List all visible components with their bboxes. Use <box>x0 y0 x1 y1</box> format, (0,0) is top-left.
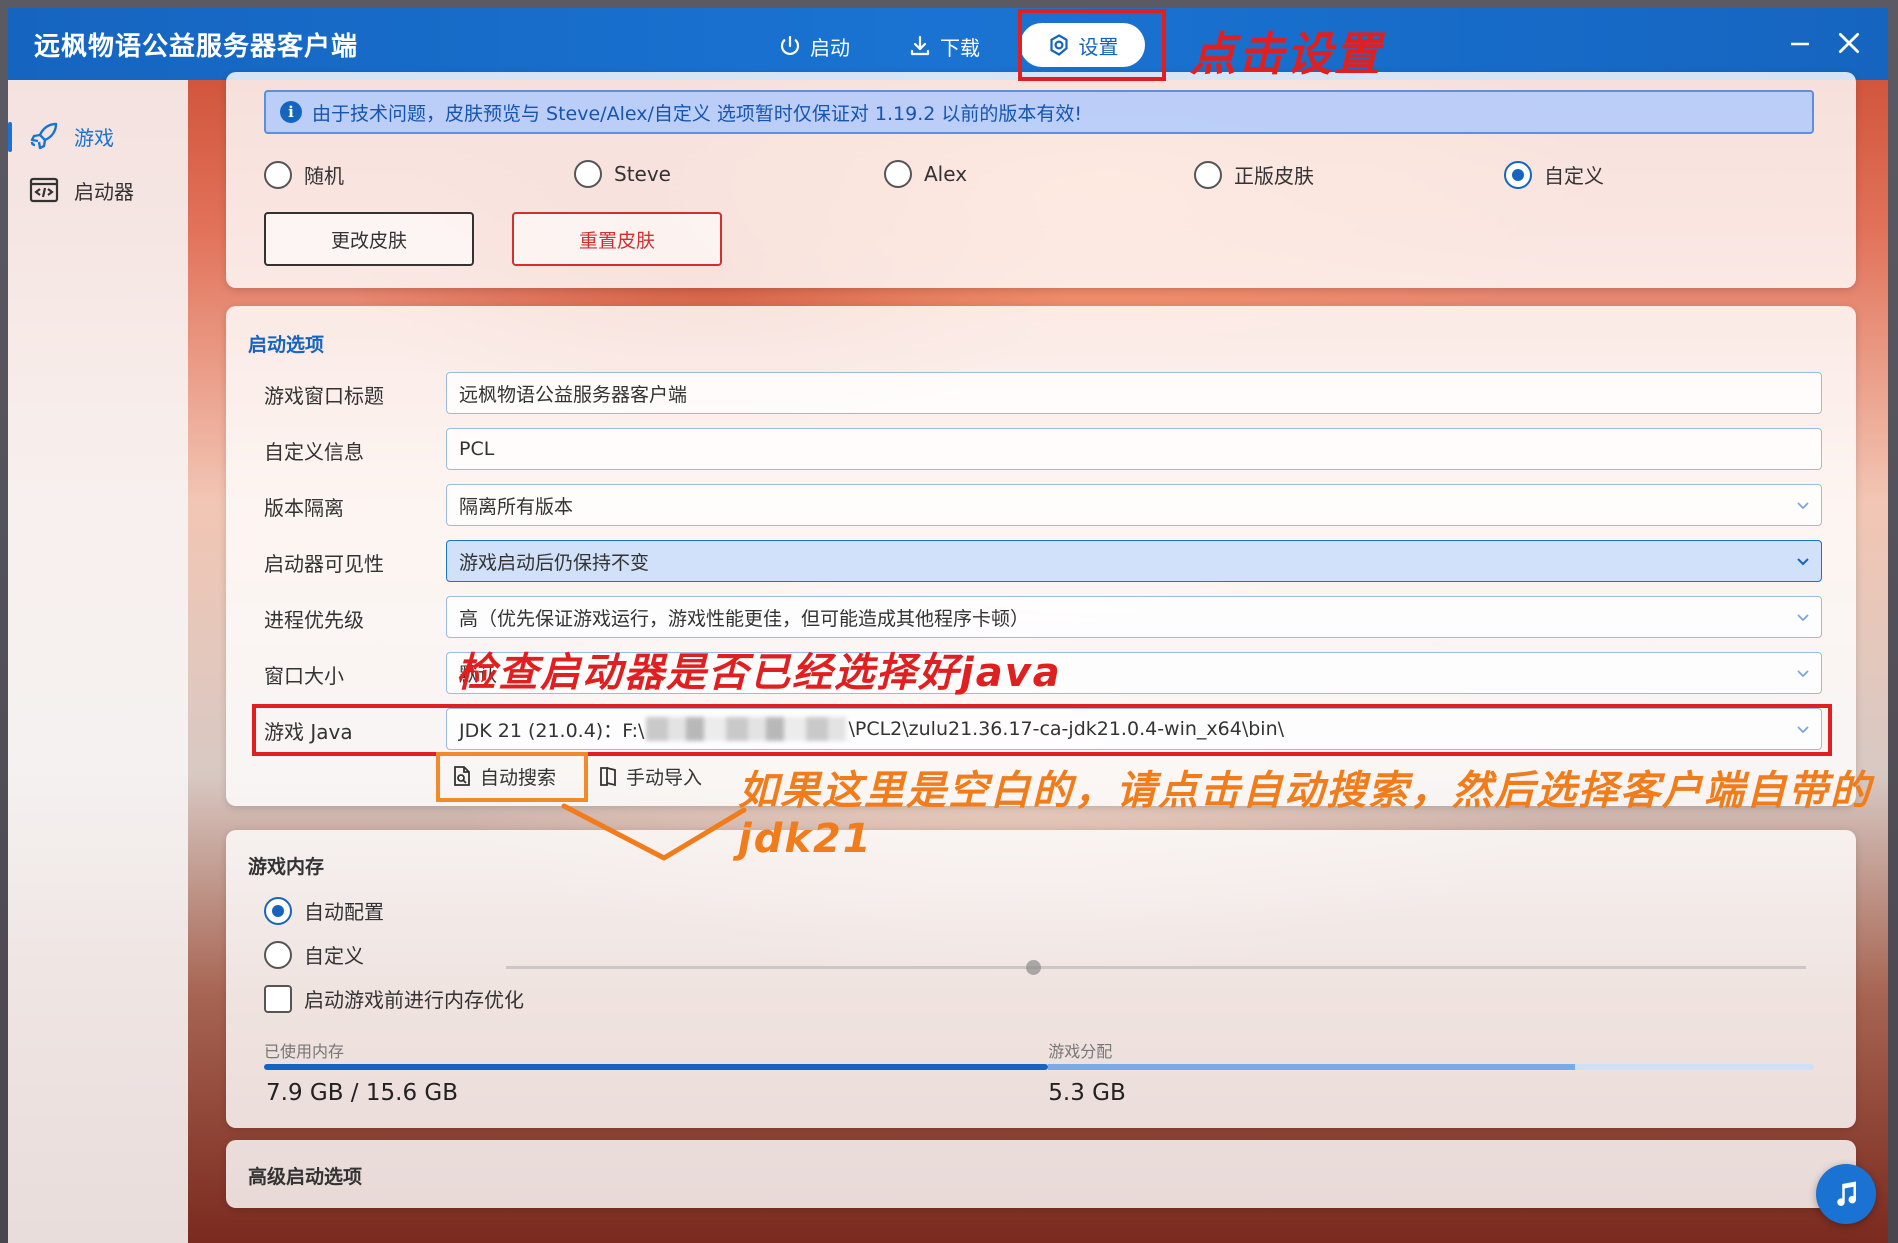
radio-circle <box>264 940 292 969</box>
checkbox-box <box>264 984 292 1013</box>
music-button[interactable] <box>1816 1164 1876 1224</box>
skin-option-custom[interactable]: 自定义 <box>1504 160 1604 189</box>
window-title-input[interactable] <box>459 382 1821 404</box>
annotation-auto-search-box <box>436 752 588 802</box>
memory-usage-bar <box>264 1064 1814 1070</box>
custom-info-field[interactable] <box>446 428 1822 470</box>
priority-label: 进程优先级 <box>264 608 364 632</box>
visibility-label: 启动器可见性 <box>264 552 384 576</box>
info-icon: i <box>280 101 302 123</box>
skin-hint-banner: i 由于技术问题，皮肤预览与 Steve/Alex/自定义 选项暂时仅保证对 1… <box>264 90 1814 134</box>
alloc-memory-label: 游戏分配 <box>1048 1042 1113 1061</box>
memory-slider-knob[interactable] <box>1026 960 1041 975</box>
memory-optimize-label: 启动游戏前进行内存优化 <box>304 988 524 1012</box>
skin-option-label: Steve <box>614 162 671 186</box>
memory-custom-option[interactable]: 自定义 <box>264 940 364 969</box>
download-icon <box>910 35 930 56</box>
sidebar-item-launcher-label: 启动器 <box>74 179 134 204</box>
memory-slider[interactable] <box>506 960 1806 975</box>
isolation-select[interactable]: 隔离所有版本 <box>446 484 1822 526</box>
rocket-icon <box>30 122 58 150</box>
annotation-settings-box <box>1018 9 1166 81</box>
sidebar-item-game[interactable]: 游戏 <box>8 114 188 158</box>
isolation-label: 版本隔离 <box>264 496 344 520</box>
advanced-options-title: 高级启动选项 <box>248 1166 363 1188</box>
skin-card: i 由于技术问题，皮肤预览与 Steve/Alex/自定义 选项暂时仅保证对 1… <box>226 72 1856 288</box>
memory-auto-label: 自动配置 <box>304 900 384 924</box>
power-icon <box>780 35 800 56</box>
radio-circle <box>1504 160 1532 189</box>
radio-circle <box>884 160 912 188</box>
annotation-java-box <box>252 704 1832 756</box>
annotation-settings-text: 点击设置 <box>1190 27 1382 81</box>
nav-download-button[interactable]: 下载 <box>908 28 980 64</box>
chevron-down-icon <box>1797 614 1809 622</box>
visibility-value: 游戏启动后仍保持不变 <box>459 551 650 574</box>
visibility-select[interactable]: 游戏启动后仍保持不变 <box>446 540 1822 582</box>
manual-import-label: 手动导入 <box>626 766 703 789</box>
radio-circle <box>264 896 292 925</box>
chevron-down-icon <box>1797 670 1809 678</box>
minimize-icon[interactable] <box>1788 32 1812 56</box>
skin-option-label: 正版皮肤 <box>1234 164 1314 188</box>
radio-circle <box>574 160 602 188</box>
window-size-label: 窗口大小 <box>264 664 344 688</box>
priority-select[interactable]: 高（优先保证游戏运行，游戏性能更佳，但可能造成其他程序卡顿） <box>446 596 1822 638</box>
alloc-memory-value: 5.3 GB <box>1048 1080 1126 1106</box>
skin-option-alex[interactable]: Alex <box>884 160 967 188</box>
code-window-icon <box>29 177 59 203</box>
annotation-arrow <box>561 803 747 861</box>
isolation-value: 隔离所有版本 <box>459 495 574 518</box>
used-memory-label: 已使用内存 <box>264 1042 345 1061</box>
memory-card: 游戏内存 自动配置 自定义 启动游戏前进行内存优化 已使用内存 游戏分配 7.9… <box>226 830 1856 1128</box>
reset-skin-button[interactable]: 重置皮肤 <box>512 212 722 266</box>
memory-title: 游戏内存 <box>248 856 325 878</box>
memory-custom-label: 自定义 <box>304 944 364 968</box>
change-skin-button[interactable]: 更改皮肤 <box>264 212 474 266</box>
title-bar: 远枫物语公益服务器客户端 启动 下载 设置 <box>8 8 1888 80</box>
priority-value: 高（优先保证游戏运行，游戏性能更佳，但可能造成其他程序卡顿） <box>459 607 1030 630</box>
window-title-field[interactable] <box>446 372 1822 414</box>
nav-launch-button[interactable]: 启动 <box>778 28 850 64</box>
memory-optimize-checkbox[interactable]: 启动游戏前进行内存优化 <box>264 984 524 1013</box>
custom-info-label: 自定义信息 <box>264 440 364 464</box>
window-title-label: 游戏窗口标题 <box>264 384 384 408</box>
skin-option-label: 自定义 <box>1544 164 1604 188</box>
sidebar: 游戏 启动器 <box>8 80 188 1243</box>
annotation-auto-search-text: 如果这里是空白的，请点击自动搜索，然后选择客户端自带的jdk21 <box>738 768 1872 862</box>
annotation-java-text: 检查启动器是否已经选择好java <box>456 650 1062 696</box>
music-note-icon <box>1837 1181 1857 1206</box>
close-icon[interactable] <box>1836 30 1862 56</box>
used-memory-value: 7.9 GB / 15.6 GB <box>266 1080 458 1106</box>
radio-circle <box>264 160 292 189</box>
sidebar-item-game-label: 游戏 <box>74 125 114 150</box>
skin-option-label: 随机 <box>304 164 344 188</box>
skin-option-random[interactable]: 随机 <box>264 160 344 189</box>
launch-options-title: 启动选项 <box>248 334 325 356</box>
memory-auto-option[interactable]: 自动配置 <box>264 896 384 925</box>
skin-option-official[interactable]: 正版皮肤 <box>1194 160 1314 189</box>
book-icon <box>600 767 616 787</box>
skin-hint-text: 由于技术问题，皮肤预览与 Steve/Alex/自定义 选项暂时仅保证对 1.1… <box>312 102 1083 125</box>
skin-option-steve[interactable]: Steve <box>574 160 671 188</box>
launcher-window: 远枫物语公益服务器客户端 启动 下载 设置 游戏 启动器 i 由于技术问题，皮肤… <box>8 8 1888 1243</box>
memory-used-fill <box>264 1064 1049 1070</box>
skin-option-label: Alex <box>924 162 968 186</box>
chevron-down-icon <box>1797 558 1809 566</box>
app-title: 远枫物语公益服务器客户端 <box>34 32 359 62</box>
advanced-options-card[interactable]: 高级启动选项 <box>226 1140 1856 1208</box>
custom-info-input[interactable] <box>459 438 1821 460</box>
chevron-down-icon <box>1797 502 1809 510</box>
manual-import-button[interactable]: 手动导入 <box>598 758 702 794</box>
memory-alloc-fill <box>1048 1064 1576 1070</box>
sidebar-item-launcher[interactable]: 启动器 <box>8 168 188 212</box>
nav-launch-label: 启动 <box>810 35 850 60</box>
nav-download-label: 下载 <box>940 35 980 60</box>
radio-circle <box>1194 160 1222 189</box>
